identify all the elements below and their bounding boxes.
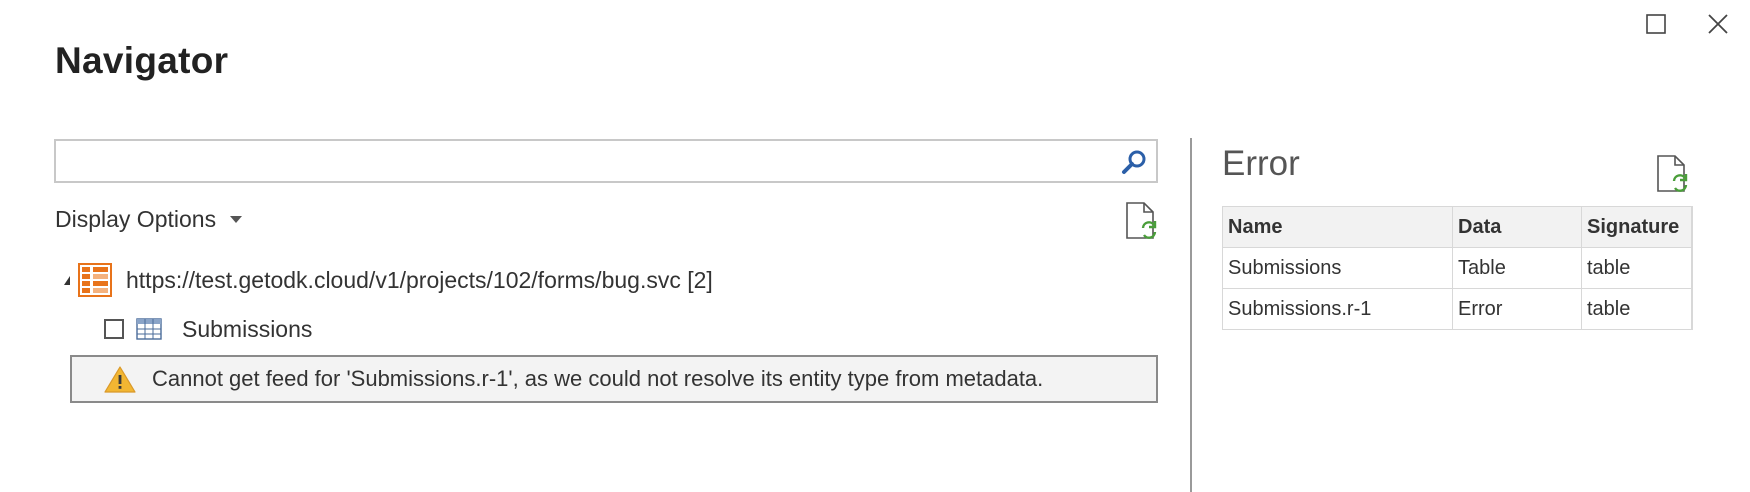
table-row[interactable]: Submissions.r-1 Error table — [1222, 288, 1693, 330]
table-cell: Submissions — [1222, 247, 1453, 289]
maximize-icon — [1646, 14, 1666, 34]
warning-text: Cannot get feed for 'Submissions.r-1', a… — [152, 366, 1044, 391]
table-header-row: Name Data Signature — [1222, 206, 1693, 248]
close-icon — [1708, 14, 1728, 34]
display-options-label: Display Options — [55, 206, 217, 232]
chevron-down-icon — [230, 216, 243, 223]
collapse-arrow-icon[interactable] — [64, 275, 70, 285]
search-input[interactable] — [56, 141, 1096, 181]
warning-icon — [104, 366, 136, 393]
table-cell: Table — [1452, 247, 1582, 289]
table-row[interactable]: Submissions Table table — [1222, 247, 1693, 289]
table-cell: table — [1581, 288, 1693, 330]
column-header[interactable]: Signature — [1581, 206, 1693, 248]
column-header[interactable]: Data — [1452, 206, 1582, 248]
tree-item-odata-feed[interactable]: https://test.getodk.cloud/v1/projects/10… — [64, 262, 713, 298]
display-options-dropdown[interactable]: Display Options — [55, 206, 243, 233]
table-cell: Error — [1452, 288, 1582, 330]
search-box — [54, 139, 1158, 183]
refresh-icon[interactable] — [1655, 154, 1689, 194]
refresh-icon[interactable] — [1124, 201, 1158, 241]
column-header[interactable]: Name — [1222, 206, 1453, 248]
submissions-checkbox[interactable] — [104, 319, 124, 339]
tree-root-label: https://test.getodk.cloud/v1/projects/10… — [126, 266, 713, 293]
search-icon[interactable] — [1120, 148, 1148, 176]
close-button[interactable] — [1696, 6, 1740, 42]
warning-message: Cannot get feed for 'Submissions.r-1', a… — [70, 355, 1158, 403]
pane-divider[interactable] — [1190, 138, 1192, 492]
dialog-title: Navigator — [55, 40, 229, 81]
odata-feed-icon — [78, 263, 112, 297]
preview-title: Error — [1222, 144, 1300, 183]
preview-table: Name Data Signature Submissions Table ta… — [1222, 206, 1693, 330]
table-cell: table — [1581, 247, 1693, 289]
table-cell: Submissions.r-1 — [1222, 288, 1453, 330]
tree-item-submissions[interactable]: Submissions — [104, 312, 312, 346]
maximize-button[interactable] — [1634, 6, 1678, 42]
table-icon — [136, 318, 162, 340]
tree-item-label: Submissions — [182, 315, 313, 342]
